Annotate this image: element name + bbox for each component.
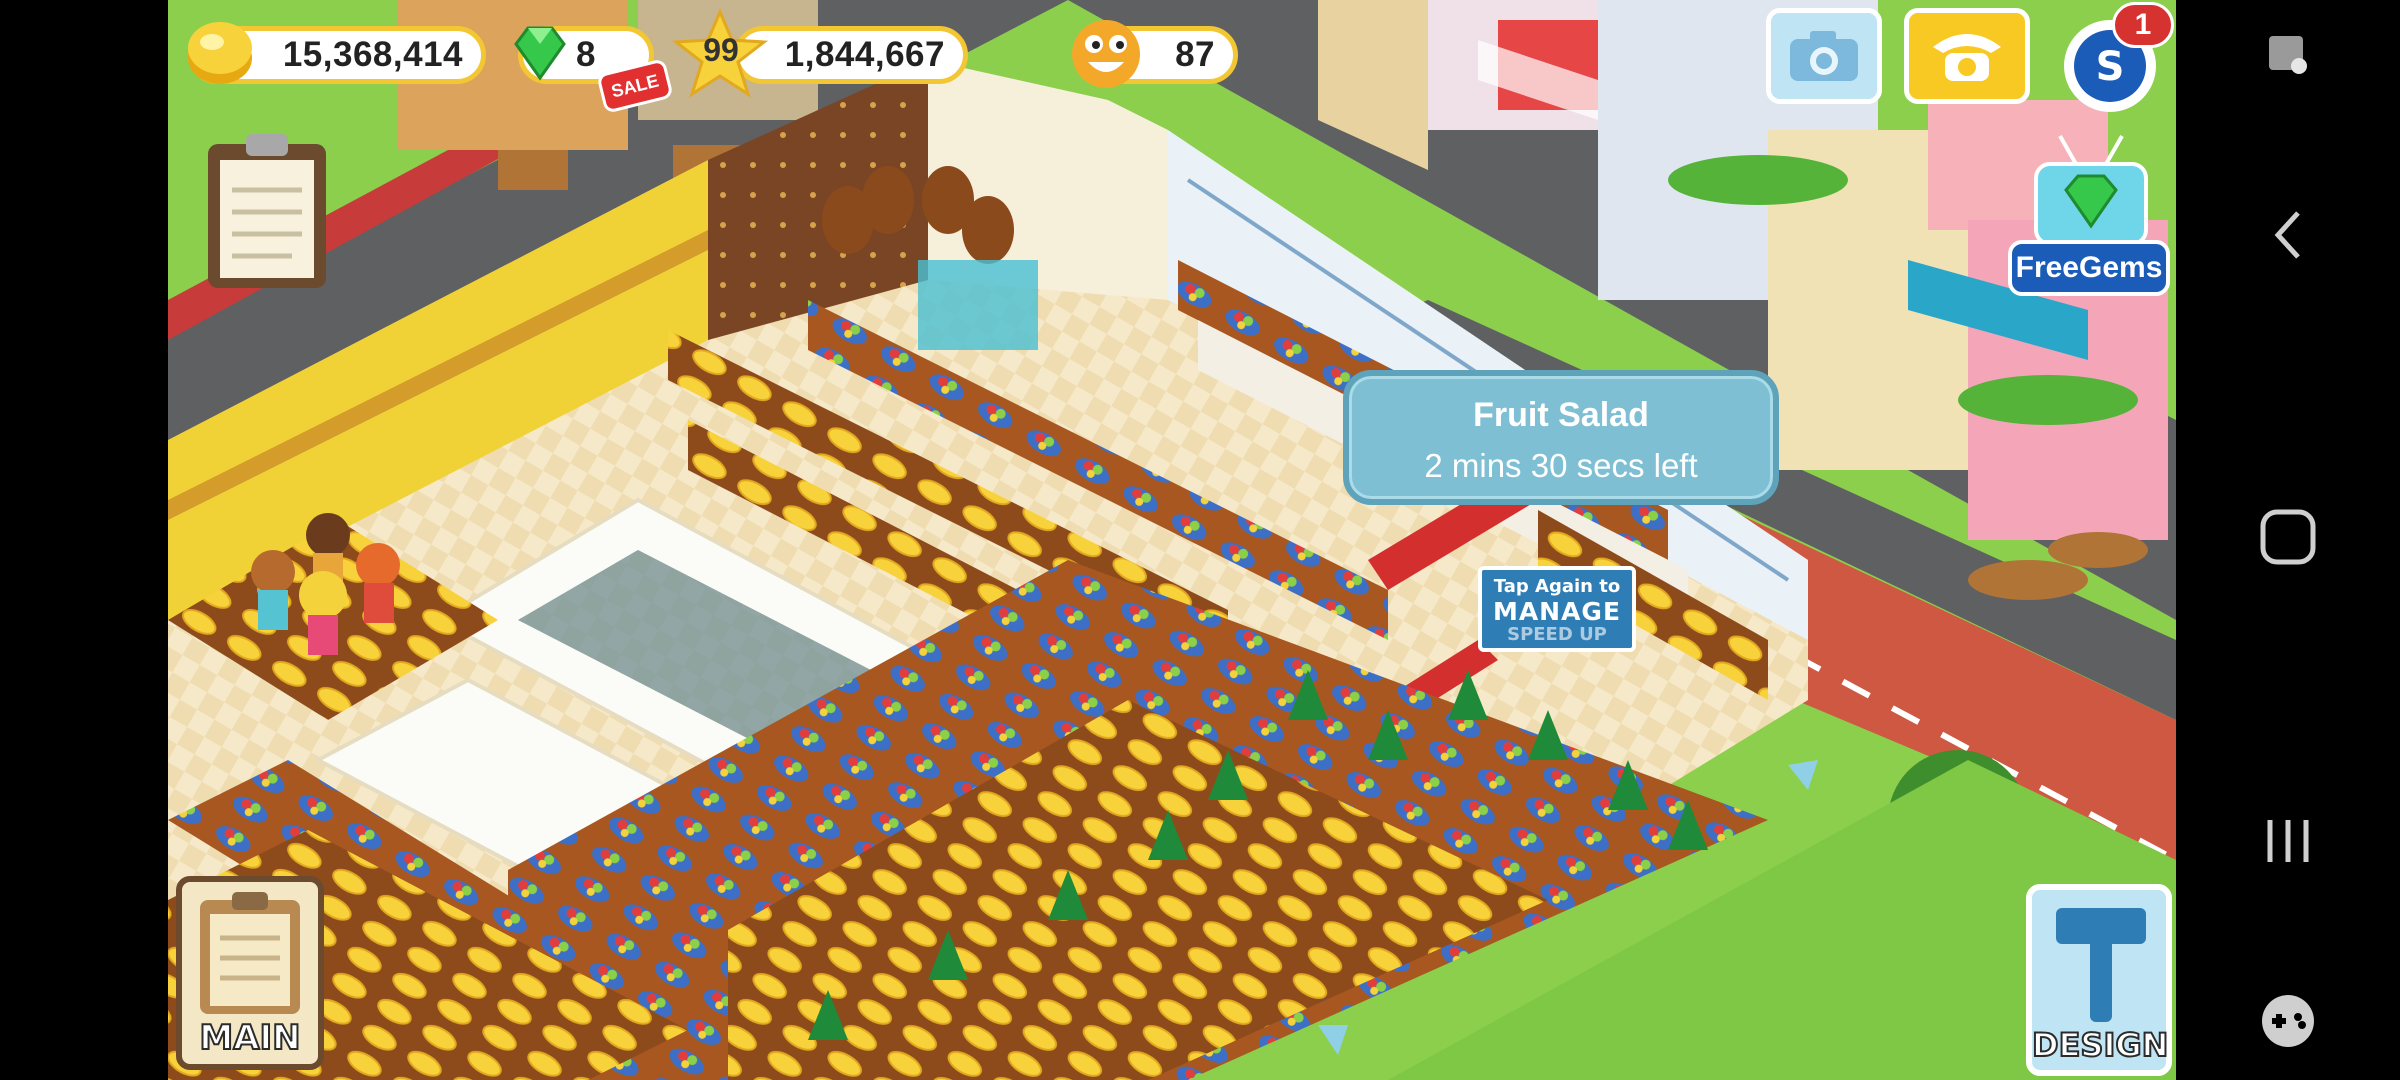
phone-icon (1933, 34, 2001, 81)
notification-badge: 1 (2112, 2, 2174, 48)
back-icon (2274, 211, 2300, 259)
screenshot-edit-button[interactable] (2176, 0, 2400, 110)
level-value: 99 (703, 32, 739, 68)
back-button[interactable] (2176, 180, 2400, 290)
design-label: DESIGN (2031, 1025, 2169, 1065)
gem-icon (514, 26, 566, 81)
gamepad-icon (2262, 995, 2314, 1047)
tooltip-timer: 2 mins 30 secs left (1424, 447, 1698, 484)
tv-gem-icon[interactable] (2026, 130, 2156, 250)
hammer-icon (2056, 908, 2146, 1022)
home-icon (2260, 509, 2316, 565)
tooltip-title: Fruit Salad (1473, 396, 1649, 434)
coin-icon (188, 22, 252, 84)
home-button[interactable] (2176, 482, 2400, 592)
main-label: MAIN (198, 1017, 301, 1059)
recents-icon (2267, 820, 2309, 862)
letterbox-left (0, 0, 168, 1080)
order-tooltip[interactable]: Fruit Salad 2 mins 30 secs left (1343, 370, 1779, 505)
design-button[interactable]: DESIGN (2026, 884, 2172, 1076)
camera-icon (1790, 31, 1858, 81)
tap-again-sign[interactable]: Tap Again to MANAGE SPEED UP (1478, 566, 1636, 652)
game-viewport[interactable]: 15,368,414 8 SALE 1,844,667 99 87 S 1 Fr… (168, 0, 2176, 1080)
freegems-button[interactable]: FreeGems (2008, 240, 2170, 296)
game-tools-button[interactable] (2176, 966, 2400, 1076)
camera-button[interactable] (1766, 8, 1882, 104)
restaurant-scene[interactable] (168, 0, 2176, 1080)
experience-counter[interactable]: 1,844,667 (734, 26, 968, 84)
smiley-icon (1072, 20, 1140, 88)
edit-icon (2269, 36, 2307, 74)
svg-text:S: S (2096, 44, 2125, 90)
clipboard-icon[interactable] (202, 130, 332, 294)
android-nav-bar (2176, 0, 2400, 1080)
main-button[interactable]: MAIN (176, 876, 324, 1070)
clipboard-icon (200, 892, 300, 1014)
recents-button[interactable] (2176, 786, 2400, 896)
phone-button[interactable] (1904, 8, 2030, 104)
